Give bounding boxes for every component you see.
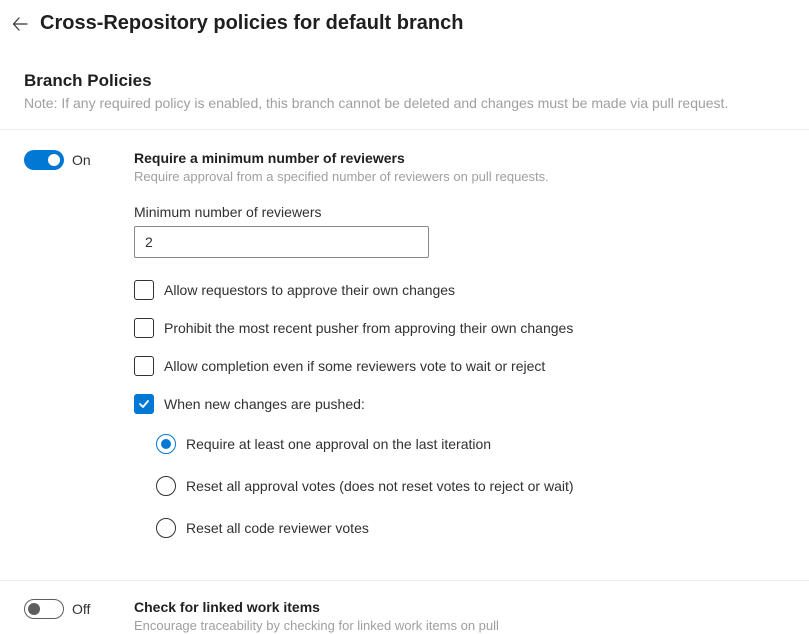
section-title: Branch Policies (24, 71, 785, 91)
back-arrow-icon[interactable] (10, 14, 30, 34)
policy-linked-work-items: Off Check for linked work items Encourag… (24, 599, 785, 634)
radio-reset-all: Reset all code reviewer votes (156, 518, 785, 538)
radio-require-one: Require at least one approval on the las… (156, 434, 785, 454)
divider (0, 129, 809, 130)
page-header: Cross-Repository policies for default br… (0, 0, 809, 51)
radio-label: Reset all approval votes (does not reset… (186, 478, 574, 494)
checkbox-when-pushed: When new changes are pushed: (134, 394, 785, 414)
radio-list: Require at least one approval on the las… (156, 434, 785, 538)
toggle-min-reviewers[interactable] (24, 150, 64, 170)
checkbox-input[interactable] (134, 318, 154, 338)
policy-min-reviewers: On Require a minimum number of reviewers… (24, 150, 785, 560)
policy-title: Require a minimum number of reviewers (134, 150, 785, 166)
policy-desc: Encourage traceability by checking for l… (134, 617, 574, 634)
radio-reset-approval: Reset all approval votes (does not reset… (156, 476, 785, 496)
checkbox-label: Allow completion even if some reviewers … (164, 358, 545, 374)
min-reviewers-label: Minimum number of reviewers (134, 204, 785, 220)
checkbox-allow-requestors: Allow requestors to approve their own ch… (134, 280, 785, 300)
policy-desc: Require approval from a specified number… (134, 168, 574, 186)
policy-body: Require a minimum number of reviewers Re… (134, 150, 785, 560)
section-note: Note: If any required policy is enabled,… (24, 95, 785, 111)
min-reviewers-input[interactable] (134, 226, 429, 258)
checkbox-input[interactable] (134, 394, 154, 414)
radio-input[interactable] (156, 476, 176, 496)
content-area: Branch Policies Note: If any required po… (0, 51, 809, 634)
toggle-label: On (72, 152, 91, 168)
policy-body: Check for linked work items Encourage tr… (134, 599, 785, 634)
radio-input[interactable] (156, 518, 176, 538)
radio-input[interactable] (156, 434, 176, 454)
radio-label: Reset all code reviewer votes (186, 520, 369, 536)
checkbox-label: When new changes are pushed: (164, 396, 365, 412)
divider (0, 580, 809, 581)
radio-label: Require at least one approval on the las… (186, 436, 491, 452)
checkbox-input[interactable] (134, 356, 154, 376)
checkbox-list: Allow requestors to approve their own ch… (134, 280, 785, 538)
checkbox-prohibit-recent: Prohibit the most recent pusher from app… (134, 318, 785, 338)
toggle-column: On (24, 150, 120, 170)
checkbox-input[interactable] (134, 280, 154, 300)
checkbox-label: Allow requestors to approve their own ch… (164, 282, 455, 298)
checkbox-label: Prohibit the most recent pusher from app… (164, 320, 573, 336)
policy-title: Check for linked work items (134, 599, 785, 615)
checkbox-allow-completion: Allow completion even if some reviewers … (134, 356, 785, 376)
page-title: Cross-Repository policies for default br… (40, 12, 463, 35)
